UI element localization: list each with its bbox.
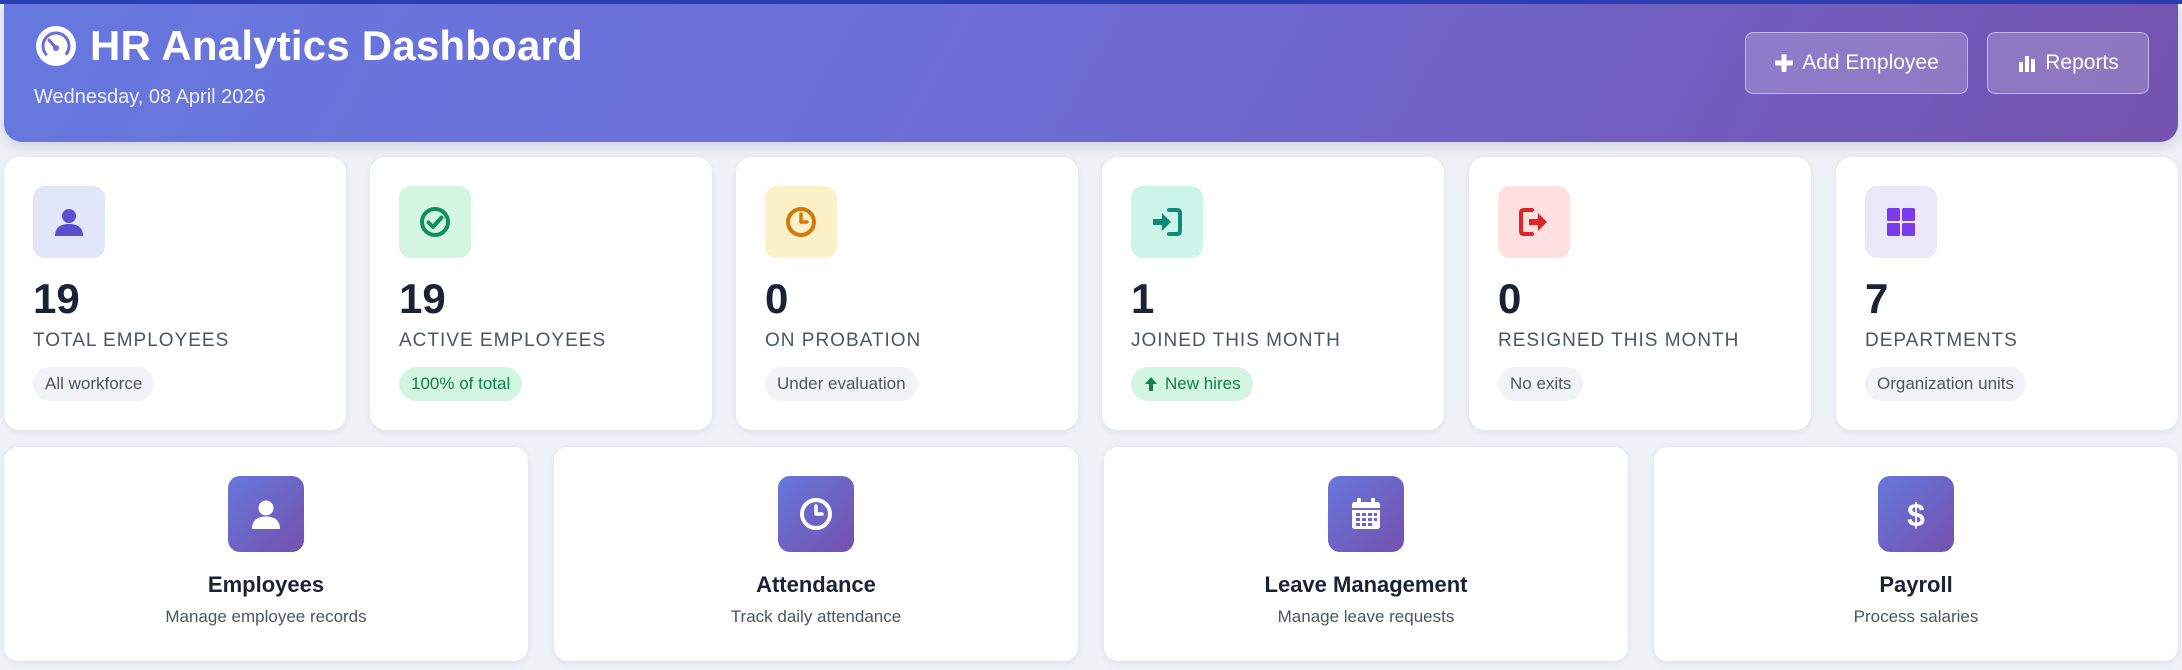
check-circle-icon (420, 207, 450, 237)
header-title-group: HR Analytics Dashboard (34, 22, 583, 70)
module-card-employees[interactable]: Employees Manage employee records (4, 447, 528, 661)
stat-badge: Under evaluation (765, 367, 918, 401)
stat-label: ON PROBATION (765, 330, 922, 351)
reports-button[interactable]: Reports (1987, 32, 2149, 94)
module-subtitle: Manage employee records (165, 607, 367, 626)
dollar-icon: $ (1907, 497, 1925, 533)
dashboard-header: HR Analytics Dashboard Wednesday, 08 Apr… (4, 4, 2178, 142)
module-subtitle: Process salaries (1853, 607, 1979, 626)
module-icon-box (778, 476, 854, 552)
stat-badge: All workforce (33, 367, 155, 401)
dashboard-gauge-icon (36, 26, 76, 66)
stat-badge: No exits (1498, 367, 1584, 401)
clock-icon (800, 498, 832, 530)
stat-label: JOINED THIS MONTH (1131, 330, 1341, 351)
stat-card-on-probation: 0 ON PROBATION Under evaluation (736, 157, 1078, 430)
reports-label: Reports (2045, 51, 2119, 74)
stat-badge: New hires (1131, 367, 1253, 401)
current-date: Wednesday, 08 April 2026 (34, 86, 266, 108)
stat-icon-box (1131, 186, 1203, 258)
stat-icon-box (1498, 186, 1570, 258)
stat-card-departments: 7 DEPARTMENTS Organization units (1836, 157, 2178, 430)
module-subtitle: Track daily attendance (730, 607, 902, 626)
user-icon (55, 209, 83, 236)
module-title: Payroll (1879, 572, 1953, 597)
stat-card-total-employees: 19 TOTAL EMPLOYEES All workforce (4, 157, 346, 430)
stat-icon-box (33, 186, 105, 258)
grid-icon (1887, 208, 1915, 236)
stat-value: 0 (765, 275, 789, 322)
stat-label: TOTAL EMPLOYEES (33, 330, 230, 351)
calendar-icon (1352, 498, 1380, 529)
sign-in-icon (1153, 208, 1182, 236)
clock-icon (786, 207, 816, 237)
module-icon-box (228, 476, 304, 552)
stat-card-resigned-this-month: 0 RESIGNED THIS MONTH No exits (1469, 157, 1811, 430)
module-title: Employees (207, 572, 325, 597)
stat-card-joined-this-month: 1 JOINED THIS MONTH New hires (1102, 157, 1444, 430)
module-icon-box: $ (1878, 476, 1954, 552)
stat-label: ACTIVE EMPLOYEES (399, 330, 607, 351)
page-title: HR Analytics Dashboard (90, 22, 583, 69)
stat-value: 0 (1498, 275, 1522, 322)
stat-badge: 100% of total (399, 367, 523, 401)
sign-out-icon (1519, 208, 1547, 236)
bar-chart-icon (2019, 56, 2036, 72)
plus-icon (1775, 54, 1794, 72)
stat-label: DEPARTMENTS (1865, 330, 2018, 351)
stat-card-active-employees: 19 ACTIVE EMPLOYEES 100% of total (370, 157, 712, 430)
module-subtitle: Manage leave requests (1277, 607, 1455, 626)
stat-value: 1 (1131, 275, 1155, 322)
module-card-attendance[interactable]: Attendance Track daily attendance (554, 447, 1078, 661)
module-icon-box (1328, 476, 1404, 552)
module-card-leave-management[interactable]: Leave Management Manage leave requests (1104, 447, 1628, 661)
stat-icon-box (765, 186, 837, 258)
stat-value: 7 (1865, 275, 1889, 322)
add-employee-label: Add Employee (1802, 51, 1939, 74)
module-card-payroll[interactable]: $ Payroll Process salaries (1654, 447, 2178, 661)
svg-text:$: $ (1907, 497, 1925, 533)
stat-value: 19 (399, 275, 446, 322)
stat-value: 19 (33, 275, 80, 322)
add-employee-button[interactable]: Add Employee (1745, 32, 1968, 94)
user-icon (252, 500, 280, 529)
arrow-up-icon (1145, 377, 1157, 391)
module-title: Attendance (756, 572, 876, 597)
stat-icon-box (1865, 186, 1937, 258)
stat-icon-box (399, 186, 471, 258)
module-title: Leave Management (1264, 572, 1468, 597)
stat-label: RESIGNED THIS MONTH (1498, 330, 1740, 351)
stat-badge: Organization units (1865, 367, 2027, 401)
